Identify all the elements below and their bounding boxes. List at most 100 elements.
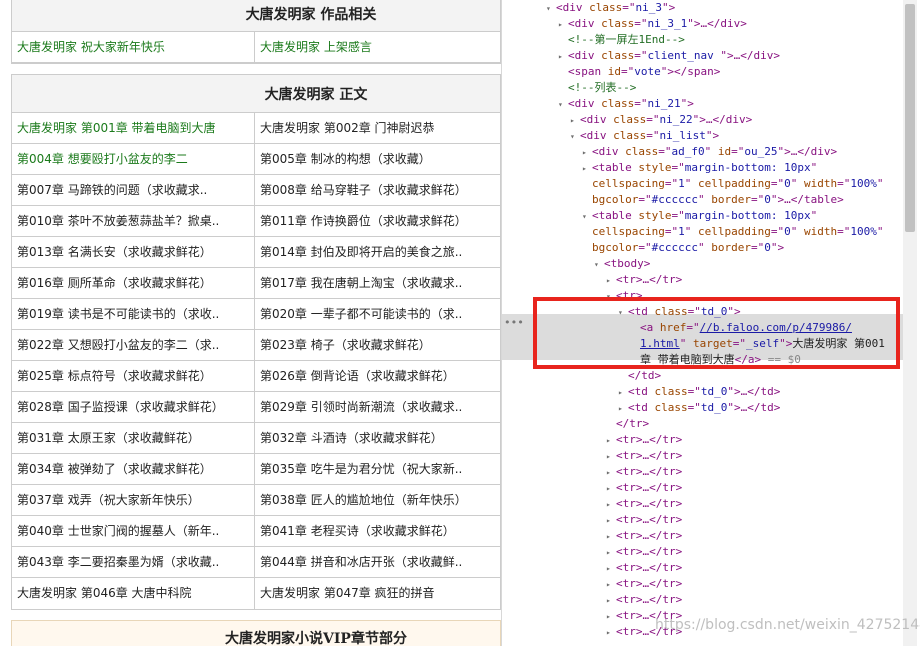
chapter-link[interactable]: 第022章 又想殴打小盆友的李二（求.. xyxy=(12,330,255,361)
expand-triangle-icon[interactable]: ▸ xyxy=(606,449,616,465)
collapse-triangle-icon[interactable]: ▾ xyxy=(546,1,556,17)
chapter-link[interactable]: 第041章 老程买诗（求收藏求鲜花） xyxy=(255,516,500,547)
chapter-link[interactable]: 第004章 想要殴打小盆友的李二 xyxy=(12,144,255,175)
chapter-link[interactable]: 第010章 茶叶不放姜葱蒜盐羊？掀桌.. xyxy=(12,206,255,237)
dom-tree-line[interactable]: ▸ <tr>…</tr> xyxy=(606,480,682,496)
expand-triangle-icon[interactable]: ▸ xyxy=(606,593,616,609)
chapter-link[interactable]: 第025章 标点符号（求收藏求鲜花） xyxy=(12,361,255,392)
expand-triangle-icon[interactable]: ▸ xyxy=(606,433,616,449)
dom-tree-line[interactable]: <a href="//b.faloo.com/p/479986/ xyxy=(630,320,852,336)
chapter-link[interactable]: 第019章 读书是不可能读书的（求收.. xyxy=(12,299,255,330)
dom-tree-line[interactable]: ▸ <tr>…</tr> xyxy=(606,464,682,480)
chapter-link[interactable]: 第016章 厕所革命（求收藏求鲜花） xyxy=(12,268,255,299)
chapter-link[interactable]: 第044章 拼音和冰店开张（求收藏鲜.. xyxy=(255,547,500,578)
chapter-link[interactable]: 第013章 名满长安（求收藏求鲜花） xyxy=(12,237,255,268)
dom-tree-line[interactable]: ▾ <tr> xyxy=(606,288,643,304)
expand-triangle-icon[interactable]: ▸ xyxy=(606,273,616,289)
dom-tree-line[interactable]: ▸ <table style="margin-bottom: 10px" xyxy=(582,160,817,176)
dom-tree-line[interactable]: ▸ <div class="ni_3_1">…</div> xyxy=(558,16,747,32)
chapter-link[interactable]: 第017章 我在唐朝上淘宝（求收藏求.. xyxy=(255,268,500,299)
chapter-link[interactable]: 第007章 马蹄铁的问题（求收藏求.. xyxy=(12,175,255,206)
dom-tree-line[interactable]: ▸ <tr>…</tr> xyxy=(606,560,682,576)
dom-tree-line[interactable]: ▸ <tr>…</tr> xyxy=(606,544,682,560)
collapse-triangle-icon[interactable]: ▾ xyxy=(558,97,568,113)
dom-tree-line[interactable]: cellspacing="1" cellpadding="0" width="1… xyxy=(582,176,883,192)
expand-triangle-icon[interactable]: ▸ xyxy=(606,497,616,513)
chapter-link[interactable]: 第040章 士世家门阀的握墓人（新年.. xyxy=(12,516,255,547)
dom-tree-line[interactable]: bgcolor="#cccccc" border="0"> xyxy=(582,240,784,256)
chapter-link[interactable]: 第031章 太原王家（求收藏鲜花） xyxy=(12,423,255,454)
dom-tree-line[interactable]: ▸ <tr>…</tr> xyxy=(606,576,682,592)
expand-triangle-icon[interactable]: ▸ xyxy=(582,161,592,177)
chapter-link[interactable]: 第032章 斗酒诗（求收藏求鲜花） xyxy=(255,423,500,454)
dom-tree-line[interactable]: ▸ <div class="client_nav ">…</div> xyxy=(558,48,780,64)
dom-tree-line[interactable]: ▸ <div class="ad_f0" id="ou_25">…</div> xyxy=(582,144,837,160)
chapter-link[interactable]: 第014章 封伯及即将开启的美食之旅.. xyxy=(255,237,500,268)
dom-tree-line[interactable]: ▸ <td class="td_0">…</td> xyxy=(618,400,780,416)
chapter-link[interactable]: 大唐发明家 第046章 大唐中科院 xyxy=(12,578,255,609)
chapter-link[interactable]: 第026章 倒背论语（求收藏求鲜花） xyxy=(255,361,500,392)
dom-tree-line[interactable]: ▾ <div class="ni_3"> xyxy=(546,0,675,16)
dom-tree-line[interactable]: bgcolor="#cccccc" border="0">…</table> xyxy=(582,192,844,208)
dom-tree-line[interactable]: ▸ <td class="td_0">…</td> xyxy=(618,384,780,400)
expand-triangle-icon[interactable]: ▸ xyxy=(570,113,580,129)
expand-triangle-icon[interactable]: ▸ xyxy=(606,513,616,529)
expand-triangle-icon[interactable]: ▸ xyxy=(582,145,592,161)
expand-triangle-icon[interactable]: ▸ xyxy=(618,385,628,401)
chapter-link[interactable]: 第043章 李二要招秦墨为婿（求收藏.. xyxy=(12,547,255,578)
chapter-link[interactable]: 第008章 给马穿鞋子（求收藏求鲜花） xyxy=(255,175,500,206)
collapse-triangle-icon[interactable]: ▾ xyxy=(606,289,616,305)
chapter-link[interactable]: 大唐发明家 第002章 门神尉迟恭 xyxy=(255,113,500,144)
chapter-link[interactable]: 第034章 被弹劾了（求收藏求鲜花） xyxy=(12,454,255,485)
dom-tree-line[interactable]: <span id="vote"></span> xyxy=(558,64,720,80)
chapter-link[interactable]: 大唐发明家 上架感言 xyxy=(255,32,500,63)
expand-triangle-icon[interactable]: ▸ xyxy=(606,481,616,497)
dom-tree-line[interactable]: ▸ <tr>…</tr> xyxy=(606,496,682,512)
dom-tree-line[interactable]: <!--第一屏左1End--> xyxy=(558,32,685,48)
chapter-link[interactable]: 第029章 引领时尚新潮流（求收藏求.. xyxy=(255,392,500,423)
chapter-link[interactable]: 第023章 椅子（求收藏求鲜花） xyxy=(255,330,500,361)
expand-triangle-icon[interactable]: ▸ xyxy=(606,465,616,481)
collapse-triangle-icon[interactable]: ▾ xyxy=(594,257,604,273)
dom-tree-line[interactable]: ▸ <tr>…</tr> xyxy=(606,448,682,464)
chapter-link[interactable]: 大唐发明家 第047章 疯狂的拼音 xyxy=(255,578,500,609)
expand-triangle-icon[interactable]: ▸ xyxy=(606,545,616,561)
expand-triangle-icon[interactable]: ▸ xyxy=(558,49,568,65)
expand-triangle-icon[interactable]: ▸ xyxy=(606,609,616,625)
chapter-link[interactable]: 第035章 吃牛是为君分忧（祝大家新.. xyxy=(255,454,500,485)
dom-tree-line[interactable]: </td> xyxy=(618,368,661,384)
dom-tree-line[interactable]: ▸ <tr>…</tr> xyxy=(606,432,682,448)
dom-tree-line[interactable]: ▸ <tr>…</tr> xyxy=(606,272,682,288)
chapter-link[interactable]: 第038章 匠人的尴尬地位（新年快乐） xyxy=(255,485,500,516)
dom-tree-line[interactable]: ▾ <tbody> xyxy=(594,256,650,272)
node-actions-ellipsis[interactable]: ••• xyxy=(504,316,524,329)
chapter-link[interactable]: 第028章 国子监授课（求收藏求鲜花） xyxy=(12,392,255,423)
dom-tree-line[interactable]: ▸ <div class="ni_22">…</div> xyxy=(570,112,752,128)
expand-triangle-icon[interactable]: ▸ xyxy=(606,625,616,641)
dom-tree-line[interactable]: cellspacing="1" cellpadding="0" width="1… xyxy=(582,224,883,240)
dom-tree-line[interactable]: ▾ <td class="td_0"> xyxy=(618,304,741,320)
expand-triangle-icon[interactable]: ▸ xyxy=(606,577,616,593)
dom-tree-line[interactable]: ▸ <tr>…</tr> xyxy=(606,512,682,528)
dom-tree-line[interactable]: ▸ <tr>…</tr> xyxy=(606,592,682,608)
devtools-scrollbar[interactable] xyxy=(903,0,917,646)
expand-triangle-icon[interactable]: ▸ xyxy=(606,561,616,577)
chapter-link[interactable]: 第011章 作诗换爵位（求收藏求鲜花） xyxy=(255,206,500,237)
dom-tree-line[interactable]: 1.html" target="_self">大唐发明家 第001 xyxy=(630,336,885,352)
collapse-triangle-icon[interactable]: ▾ xyxy=(570,129,580,145)
expand-triangle-icon[interactable]: ▸ xyxy=(606,529,616,545)
dom-tree-line[interactable]: </tr> xyxy=(606,416,649,432)
dom-tree-line[interactable]: ▾ <table style="margin-bottom: 10px" xyxy=(582,208,817,224)
chapter-link[interactable]: 第037章 戏弄（祝大家新年快乐） xyxy=(12,485,255,516)
expand-triangle-icon[interactable]: ▸ xyxy=(558,17,568,33)
dom-tree-line[interactable]: ▾ <div class="ni_list"> xyxy=(570,128,719,144)
dom-tree-line[interactable]: <!--列表--> xyxy=(558,80,636,96)
expand-triangle-icon[interactable]: ▸ xyxy=(618,401,628,417)
collapse-triangle-icon[interactable]: ▾ xyxy=(618,305,628,321)
chapter-link[interactable]: 大唐发明家 第001章 带着电脑到大唐 xyxy=(12,113,255,144)
chapter-link[interactable]: 第005章 制冰的构想（求收藏） xyxy=(255,144,500,175)
dom-tree-line[interactable]: ▸ <tr>…</tr> xyxy=(606,528,682,544)
scrollbar-thumb[interactable] xyxy=(905,4,915,232)
chapter-link[interactable]: 大唐发明家 祝大家新年快乐 xyxy=(12,32,255,63)
dom-tree-line[interactable]: 章 带着电脑到大唐</a> == $0 xyxy=(630,352,801,368)
